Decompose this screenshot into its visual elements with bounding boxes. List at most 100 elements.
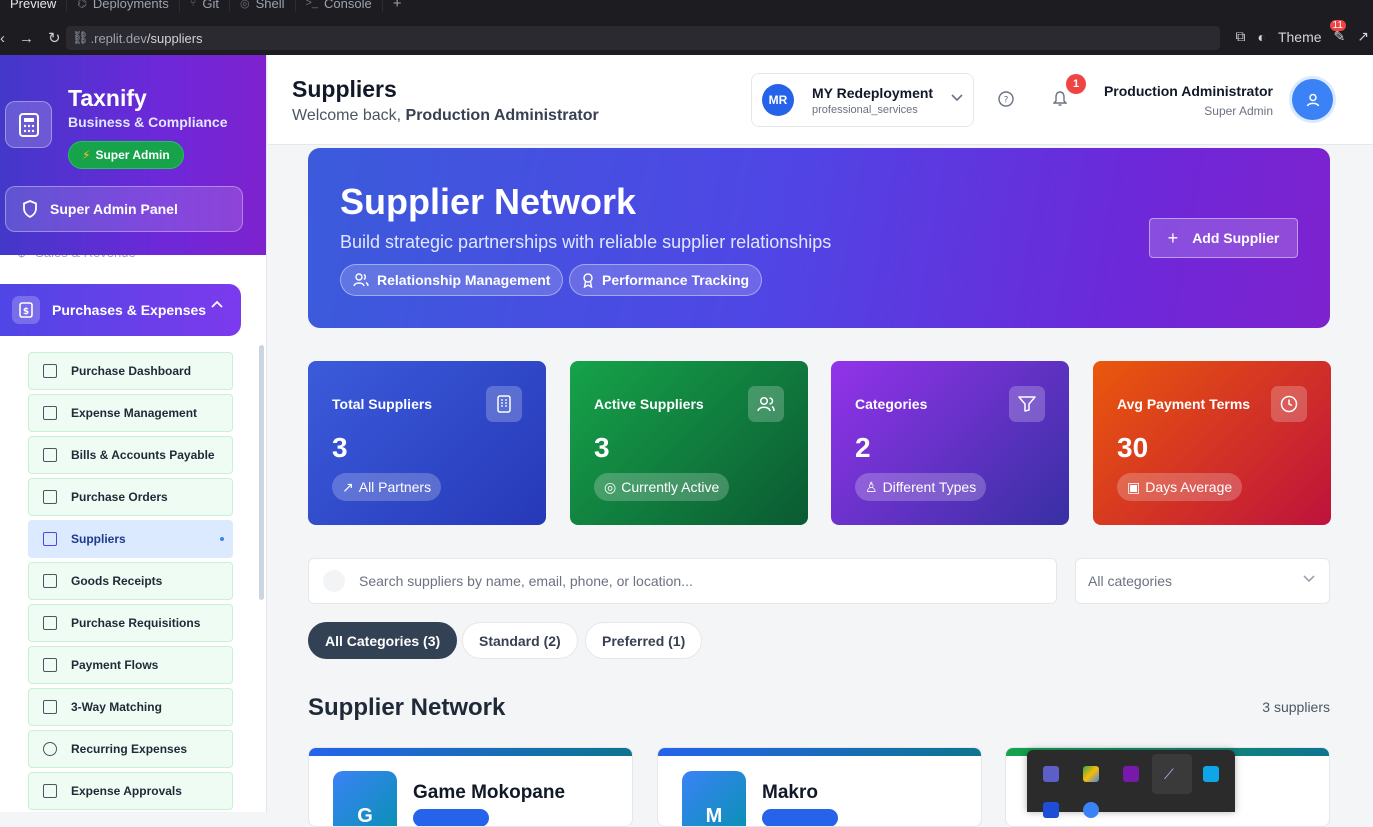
receipt-icon (43, 406, 57, 420)
stat-label: Categories (855, 396, 928, 412)
sidebar: Taxnify Business & Compliance ⚡ Super Adm… (0, 55, 267, 812)
users-icon (353, 273, 369, 287)
devices-icon[interactable]: ⧉ (1235, 28, 1245, 45)
chevron-down-icon (1303, 575, 1315, 583)
app-icon[interactable] (1203, 766, 1219, 782)
sidebar-item-goods-receipts[interactable]: Goods Receipts (28, 562, 233, 600)
browser-chrome: Preview ⌬ Deployments ⑂ Git ◎ Shell >_ Conso… (0, 0, 1373, 55)
palette-icon[interactable]: ◐ (1257, 29, 1265, 45)
back-icon[interactable]: ‹ (0, 30, 5, 47)
sidebar-item-suppliers[interactable]: Suppliers (28, 520, 233, 558)
console-icon: >_ (305, 0, 319, 9)
system-tray-popup: ⟋ (1027, 750, 1235, 818)
supplier-name: Game Mokopane (413, 782, 566, 803)
defender-icon[interactable] (1043, 802, 1059, 818)
sidebar-group-purchases[interactable]: $ Purchases & Expenses (0, 284, 241, 336)
building-icon (43, 532, 57, 546)
brand-subtitle: Business & Compliance (68, 114, 228, 130)
chevron-down-icon (951, 94, 963, 102)
theme-button[interactable]: Theme (1278, 29, 1322, 45)
organization-switcher[interactable]: MR MY Redeployment professional_services (751, 73, 974, 127)
calculator-icon (5, 101, 52, 148)
relationship-management-pill: Relationship Management (340, 264, 564, 296)
banner-title: Supplier Network (340, 181, 637, 222)
page-title: Suppliers (292, 76, 397, 102)
stat-card-avg-payment-terms: Avg Payment Terms 30 ▣ Days Average (1093, 361, 1331, 525)
trend-up-icon: ↗ (342, 478, 354, 495)
link-icon: ⛓ (72, 30, 89, 45)
shield-icon (23, 200, 37, 218)
stat-label: Avg Payment Terms (1117, 396, 1251, 412)
git-icon: ⑂ (189, 0, 197, 9)
sidebar-item-purchase-orders[interactable]: Purchase Orders (28, 478, 233, 516)
stat-card-total-suppliers: Total Suppliers 3 ↗ All Partners (308, 361, 546, 525)
receipt-icon: $ (12, 296, 40, 324)
user-avatar[interactable] (1292, 79, 1333, 120)
welcome-text: Welcome back, Production Administrator (292, 107, 599, 124)
sidebar-scrollbar[interactable] (259, 345, 264, 600)
svg-text:?: ? (1004, 96, 1009, 106)
stat-card-categories: Categories 2 ♙ Different Types (831, 361, 1069, 525)
card-accent-bar (309, 748, 632, 756)
tab-preview[interactable]: Preview (0, 0, 68, 12)
filter-chip-all[interactable]: All Categories (3) (308, 622, 458, 659)
supplier-card[interactable]: G Game Mokopane (308, 747, 633, 827)
stat-value: 30 (1117, 432, 1149, 463)
sidebar-item-purchase-requisitions[interactable]: Purchase Requisitions (28, 604, 233, 642)
filter-chip-standard[interactable]: Standard (2) (462, 622, 578, 659)
filter-icon (1009, 386, 1045, 422)
supplier-card[interactable]: M Makro (657, 747, 982, 827)
tab-shell[interactable]: ◎ Shell (230, 0, 296, 12)
credit-card-icon (43, 658, 57, 672)
file-icon (43, 616, 57, 630)
stat-label: Active Suppliers (594, 396, 704, 412)
teams-icon[interactable] (1043, 766, 1059, 782)
sidebar-item-recurring-expenses[interactable]: Recurring Expenses (28, 730, 233, 768)
bluetooth-icon[interactable] (1083, 802, 1099, 818)
tab-console[interactable]: >_ Console (296, 0, 383, 12)
sidebar-item-purchase-dashboard[interactable]: Purchase Dashboard (28, 352, 233, 390)
card-accent-bar (658, 748, 981, 756)
section-title: Supplier Network (308, 694, 506, 721)
page-header: Suppliers Welcome back, Production Admin… (268, 55, 1373, 145)
user-name: Production Administrator (1103, 83, 1273, 99)
help-icon[interactable]: ? (998, 91, 1014, 107)
tab-deployments[interactable]: ⌬ Deployments (67, 0, 180, 12)
new-tab-button[interactable]: + (383, 0, 412, 12)
file-icon (43, 448, 57, 462)
active-dot (220, 537, 224, 541)
stat-badge: ↗ All Partners (332, 473, 442, 501)
package-icon (43, 490, 57, 504)
external-link-icon[interactable]: ↗ (1357, 28, 1369, 45)
reload-icon[interactable]: ↻ (48, 29, 61, 47)
sidebar-item-expense-approvals[interactable]: Expense Approvals (28, 772, 233, 810)
stat-value: 3 (332, 432, 348, 463)
onenote-icon[interactable] (1123, 766, 1139, 782)
performance-tracking-pill: Performance Tracking (569, 264, 763, 296)
stat-card-active-suppliers: Active Suppliers 3 ◎ Currently Active (570, 361, 808, 525)
supplier-search-input[interactable]: Search suppliers by name, email, phone, … (308, 558, 1057, 604)
filter-chip-preferred[interactable]: Preferred (1) (585, 622, 703, 659)
check-square-icon (43, 700, 57, 714)
supplier-avatar: G (333, 771, 397, 826)
google-drive-icon[interactable] (1083, 766, 1099, 782)
sidebar-item-payment-flows[interactable]: Payment Flows (28, 646, 233, 684)
forward-icon[interactable]: → (19, 30, 34, 47)
feather-icon[interactable]: ⟋ (1164, 766, 1180, 782)
user-role: Super Admin (1204, 104, 1273, 118)
stat-value: 3 (594, 432, 610, 463)
add-supplier-button[interactable]: + Add Supplier (1149, 218, 1298, 258)
sidebar-item-bills[interactable]: Bills & Accounts Payable (28, 436, 233, 474)
sidebar-item-3-way-matching[interactable]: 3-Way Matching (28, 688, 233, 726)
category-select[interactable]: All categories (1075, 558, 1330, 604)
address-bar[interactable]: ⛓ .replit.dev/suppliers (66, 26, 1220, 50)
sidebar-item-expense-management[interactable]: Expense Management (28, 394, 233, 432)
clock-icon (43, 742, 57, 756)
bell-icon[interactable] (1053, 91, 1067, 107)
bolt-icon: ⚡ (82, 148, 91, 162)
tools-icon[interactable]: ✎ 11 (1329, 20, 1346, 45)
tab-strip: Preview ⌬ Deployments ⑂ Git ◎ Shell >_ Conso… (0, 0, 412, 18)
super-admin-panel-button[interactable]: Super Admin Panel (5, 186, 243, 232)
user-icon (1306, 93, 1319, 106)
tab-git[interactable]: ⑂ Git (180, 0, 230, 12)
